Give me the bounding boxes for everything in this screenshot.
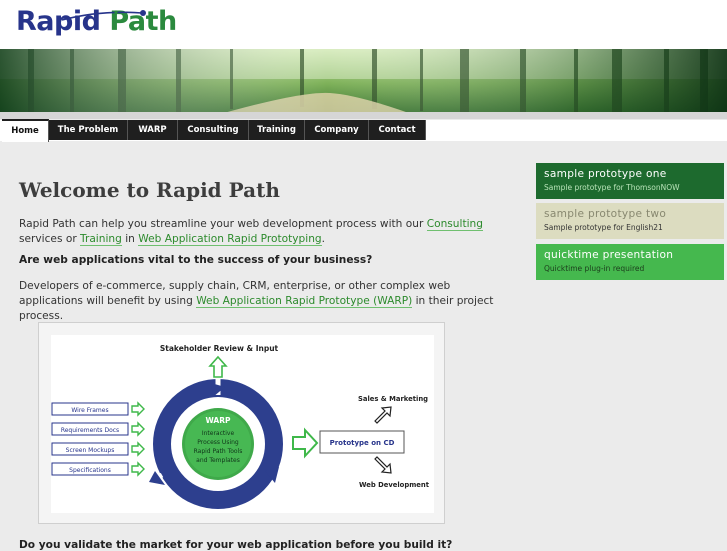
output-arrow-icon xyxy=(292,427,319,459)
warp-center-title: WARP xyxy=(205,416,231,425)
warp-prototyping-link[interactable]: Web Application Rapid Prototyping xyxy=(138,233,322,246)
tab-home[interactable]: Home xyxy=(2,119,49,142)
sidebar-prototype-two-title: sample prototype two xyxy=(544,208,667,220)
main-content: Welcome to Rapid Path Rapid Path can hel… xyxy=(19,178,499,322)
warp-center-line-2: Process Using xyxy=(197,439,239,446)
tab-company[interactable]: Company xyxy=(305,120,369,140)
forest-banner-image xyxy=(0,49,727,117)
logo-swoosh xyxy=(61,10,146,21)
warp-center-line-4: and Templates xyxy=(196,457,240,464)
input-arrows-icon xyxy=(131,401,145,477)
section-heading: Are web applications vital to the succes… xyxy=(19,254,373,266)
warp-diagram-frame: Stakeholder Review & Input WARP Interact… xyxy=(38,322,445,524)
sidebar-prototype-two-subtitle: Sample prototype for English21 xyxy=(544,223,663,232)
sidebar-prototype-one-subtitle: Sample prototype for ThomsonNOW xyxy=(544,183,680,192)
sidebar-prototype-one-title: sample prototype one xyxy=(544,168,667,180)
tab-consulting[interactable]: Consulting xyxy=(178,120,249,140)
tab-warp[interactable]: WARP xyxy=(128,120,178,140)
warp-link[interactable]: Web Application Rapid Prototype (WARP) xyxy=(196,295,413,308)
webdev-arrow-icon xyxy=(374,456,392,474)
warp-process-diagram: Stakeholder Review & Input WARP Interact… xyxy=(51,335,434,513)
tab-training[interactable]: Training xyxy=(249,120,305,140)
sidebar-prototype-two[interactable]: sample prototype two Sample prototype fo… xyxy=(536,203,724,239)
stakeholder-arrow-icon xyxy=(208,355,228,378)
sales-arrow-icon xyxy=(374,406,392,424)
intro-text-c: in xyxy=(121,233,139,245)
input-requirements-docs: Requirements Docs xyxy=(61,427,119,434)
sidebar-quicktime-title: quicktime presentation xyxy=(544,249,674,261)
consulting-link[interactable]: Consulting xyxy=(426,218,483,231)
sidebar-prototype-one[interactable]: sample prototype one Sample prototype fo… xyxy=(536,163,724,199)
main-nav: Home The Problem WARP Consulting Trainin… xyxy=(0,119,727,142)
page-title: Welcome to Rapid Path xyxy=(19,178,280,202)
training-link[interactable]: Training xyxy=(80,233,122,246)
market-validation-heading: Do you validate the market for your web … xyxy=(19,539,453,551)
tab-contact[interactable]: Contact xyxy=(369,120,426,140)
input-specifications: Specifications xyxy=(69,467,111,474)
banner-stripe xyxy=(0,112,727,119)
web-development-label: Web Development xyxy=(359,481,430,489)
logo-bar: Rapid Path xyxy=(0,0,727,49)
sidebar-quicktime-subtitle: Quicktime plug-in required xyxy=(544,264,645,273)
input-wire-frames: Wire Frames xyxy=(71,407,108,414)
prototype-on-cd-label: Prototype on CD xyxy=(330,439,395,447)
sidebar-quicktime-presentation[interactable]: quicktime presentation Quicktime plug-in… xyxy=(536,244,724,280)
intro-text-b: services or xyxy=(19,233,81,245)
intro-paragraph: Rapid Path can help you streamline your … xyxy=(19,217,499,247)
tab-the-problem[interactable]: The Problem xyxy=(49,120,128,140)
benefit-paragraph: Developers of e-commerce, supply chain, … xyxy=(19,279,499,324)
input-screen-mockups: Screen Mockups xyxy=(66,447,115,454)
warp-center-line-1: Interactive xyxy=(202,430,235,437)
sales-marketing-label: Sales & Marketing xyxy=(358,395,428,403)
intro-text-a: Rapid Path can help you streamline your … xyxy=(19,218,427,230)
intro-text-d: . xyxy=(321,233,326,245)
warp-center-line-3: Rapid Path Tools xyxy=(194,448,243,455)
stakeholder-label: Stakeholder Review & Input xyxy=(160,344,279,353)
